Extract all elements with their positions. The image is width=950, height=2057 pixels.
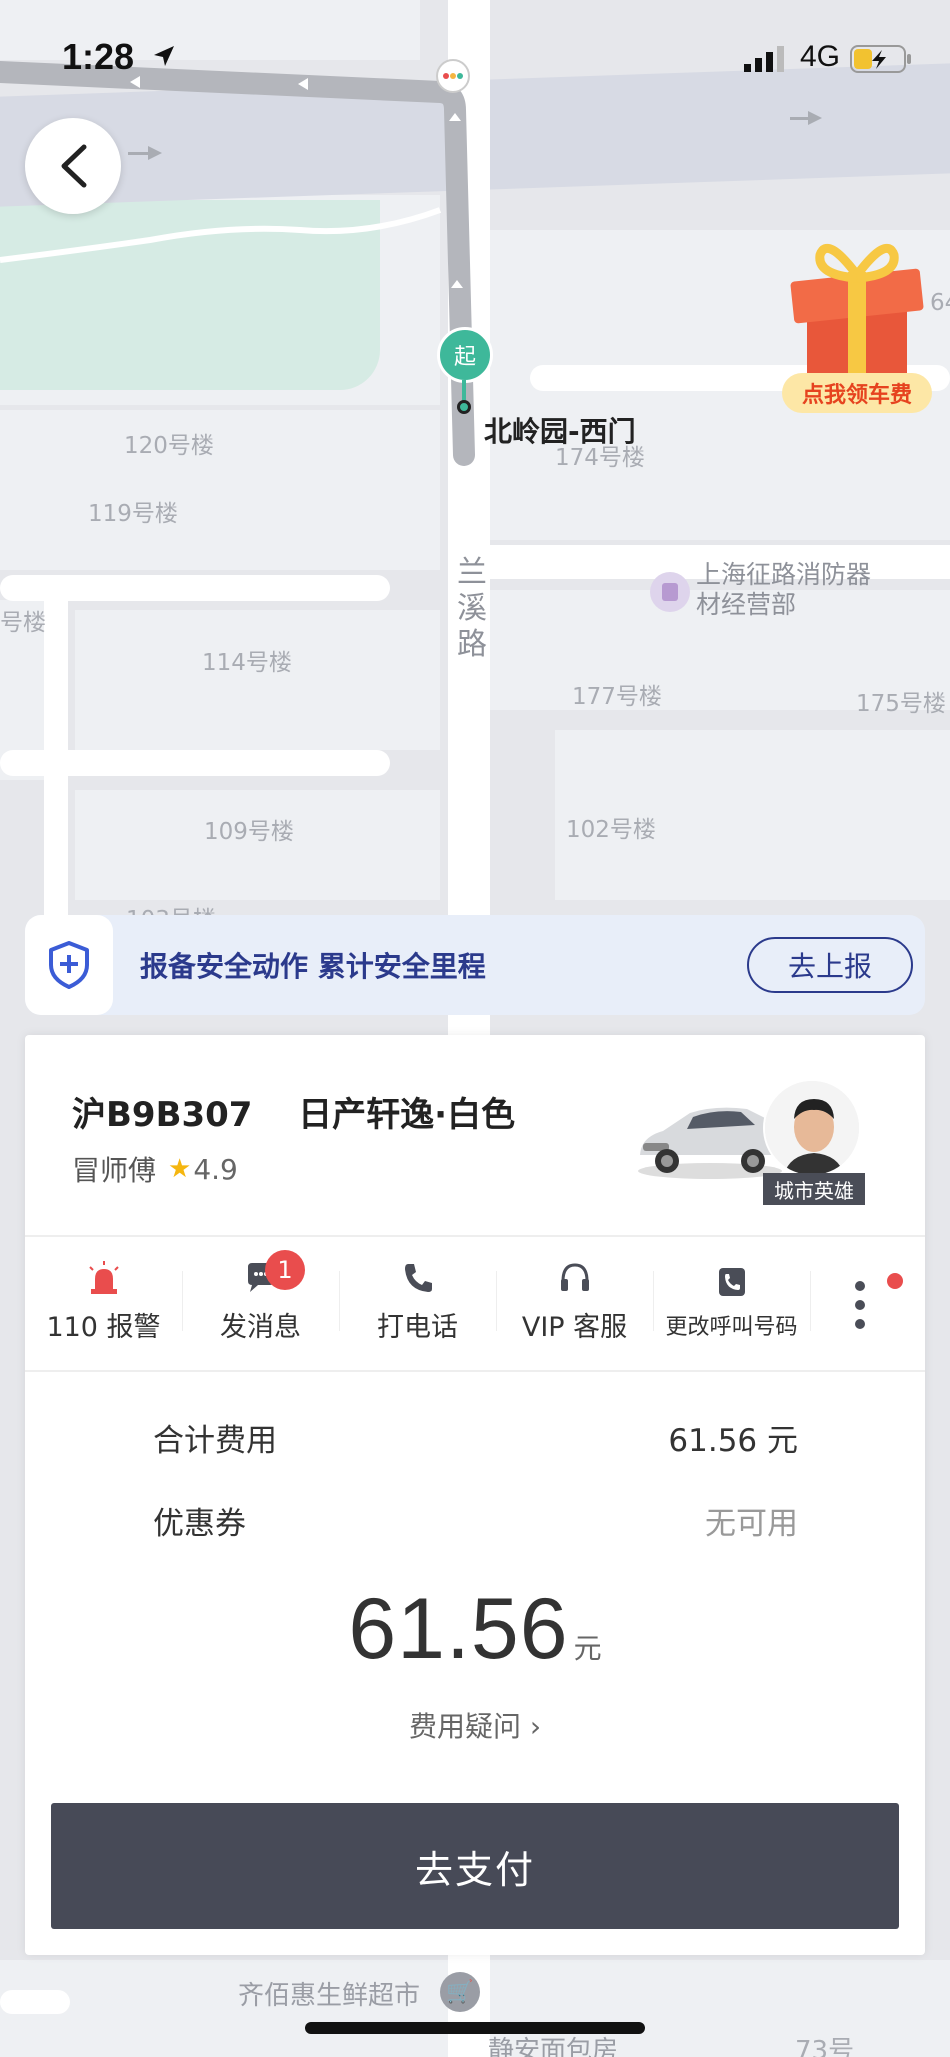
pickup-dot — [457, 400, 471, 414]
action-label: 发消息 — [220, 1312, 301, 1343]
safety-banner-text: 报备安全动作 累计安全里程 — [140, 950, 486, 983]
pay-button[interactable]: 去支付 — [51, 1803, 899, 1929]
map-label: 119号楼 — [88, 501, 178, 527]
alarm-110-button[interactable]: 110 报警 — [25, 1235, 182, 1370]
action-label: 更改呼叫号码 — [665, 1314, 798, 1340]
separator — [810, 1271, 811, 1331]
chevron-left-icon — [61, 144, 87, 188]
poi-label: 上海征路消防器材经营部 — [696, 560, 872, 619]
fee-question-link[interactable]: 费用疑问 › — [25, 1705, 925, 1745]
shield-container — [25, 915, 113, 1015]
gift-box-icon — [790, 243, 924, 376]
total-fee-row: 合计费用 61.56 元 — [153, 1415, 798, 1460]
total-amount: 61.56 元 — [25, 1580, 925, 1679]
fee-label: 合计费用 — [153, 1423, 277, 1459]
location-arrow-icon — [154, 46, 174, 66]
map-label: 175号楼 — [856, 691, 946, 717]
vip-service-button[interactable]: VIP 客服 — [496, 1235, 653, 1370]
poi-marker[interactable] — [650, 572, 690, 612]
alarm-icon — [88, 1261, 119, 1294]
action-label: 110 报警 — [46, 1312, 161, 1343]
trip-card: 沪B9B307 日产轩逸·白色 冒师傅 ★ 4.9 城市英雄 110 报警 发消… — [25, 1035, 925, 1955]
safety-banner[interactable]: 报备安全动作 累计安全里程 去上报 — [25, 915, 925, 1015]
action-label: VIP 客服 — [521, 1312, 628, 1343]
amount-unit: 元 — [573, 1632, 602, 1665]
vehicle-info: 沪B9B307 日产轩逸·白色 — [72, 1087, 515, 1136]
driver-rating: 4.9 — [193, 1152, 238, 1186]
star-icon: ★ — [168, 1154, 192, 1184]
road-name-label: 兰溪路 — [457, 555, 487, 662]
driver-name: 冒师傅 — [72, 1154, 157, 1187]
car-image — [638, 1107, 782, 1179]
action-row: 110 报警 发消息 1 打电话 VIP 客服 更改呼叫号码 — [25, 1235, 925, 1370]
network-type: 4G — [800, 40, 841, 73]
gift-label: 点我领车费 — [782, 373, 932, 413]
coupon-value: 无可用 — [705, 1506, 798, 1542]
driver-info: 冒师傅 ★ 4.9 — [72, 1149, 238, 1189]
start-pin: 起 — [437, 327, 493, 383]
phone-icon — [404, 1264, 432, 1292]
map-label: 114号楼 — [202, 650, 292, 676]
poi-label: 静安面包房 — [488, 2036, 619, 2057]
change-number-icon — [718, 1267, 745, 1296]
map-label: 号楼 — [0, 610, 46, 636]
map-label: 102号楼 — [566, 817, 656, 843]
pickup-location-label: 北岭园-西门 — [484, 415, 636, 448]
poi-label: 齐佰惠生鲜超市 — [238, 1981, 421, 2011]
shop-icon — [662, 583, 678, 601]
driver-avatar[interactable] — [763, 1079, 861, 1177]
battery-charging-icon — [850, 45, 911, 73]
back-button[interactable] — [25, 118, 121, 214]
send-message-button[interactable]: 发消息 — [182, 1235, 339, 1370]
driver-badge: 城市英雄 — [763, 1173, 865, 1205]
more-options-button[interactable] — [825, 1265, 895, 1345]
call-button[interactable]: 打电话 — [339, 1235, 496, 1370]
status-bar: 1:28 4G — [0, 34, 950, 84]
headset-icon — [560, 1263, 589, 1291]
shield-plus-icon — [49, 941, 89, 989]
home-indicator[interactable] — [305, 2022, 645, 2034]
cellular-signal-icon — [744, 46, 784, 72]
status-time: 1:28 — [62, 36, 135, 77]
action-label: 打电话 — [377, 1312, 458, 1343]
more-vertical-icon — [855, 1281, 865, 1329]
license-plate: 沪B9B307 — [72, 1095, 253, 1135]
report-button[interactable]: 去上报 — [747, 937, 913, 993]
fee-value: 61.56 元 — [668, 1423, 798, 1459]
change-number-button[interactable]: 更改呼叫号码 — [653, 1235, 810, 1370]
car-model: 日产轩逸·白色 — [298, 1095, 516, 1135]
amount-value: 61.56 — [348, 1581, 569, 1677]
map-label: 120号楼 — [124, 433, 214, 459]
map-label: 177号楼 — [572, 684, 662, 710]
map-label: 109号楼 — [204, 819, 294, 845]
coupon-label: 优惠券 — [153, 1506, 246, 1542]
unread-badge: 1 — [265, 1250, 305, 1290]
gift-promo[interactable]: 点我领车费 — [782, 230, 932, 420]
notification-dot — [887, 1273, 903, 1289]
map-label: 73号 — [795, 2036, 855, 2057]
shopping-cart-icon: 🛒 — [440, 1972, 480, 2012]
coupon-row[interactable]: 优惠券 无可用 — [153, 1498, 798, 1543]
divider — [25, 1370, 925, 1372]
map-label: 64 — [930, 290, 950, 316]
driver-photo — [765, 1081, 859, 1175]
